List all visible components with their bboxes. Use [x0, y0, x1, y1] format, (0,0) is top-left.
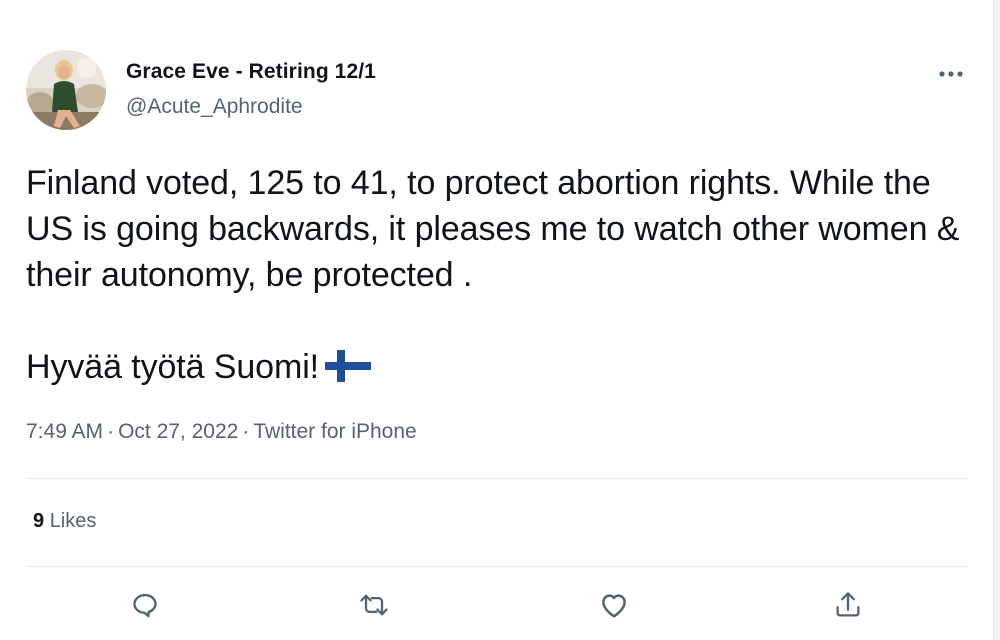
tweet-time[interactable]: 7:49 AM	[26, 420, 103, 443]
avatar[interactable]	[26, 50, 106, 130]
share-button[interactable]	[831, 588, 865, 622]
user-handle[interactable]: @Acute_Aphrodite	[126, 95, 303, 119]
meta-separator: ·	[107, 420, 115, 443]
finland-flag-icon	[325, 348, 371, 394]
divider	[26, 566, 968, 567]
reply-icon	[133, 593, 157, 618]
tweet-source[interactable]: Twitter for iPhone	[253, 420, 416, 443]
profile-photo	[26, 50, 106, 130]
retweet-icon	[360, 594, 388, 616]
heart-icon	[602, 594, 626, 618]
tweet-card: Grace Eve - Retiring 12/1 @Acute_Aphrodi…	[0, 0, 1000, 640]
tweet-date[interactable]: Oct 27, 2022	[118, 420, 238, 443]
likes-count: 9	[33, 510, 45, 532]
display-name[interactable]: Grace Eve - Retiring 12/1	[126, 60, 376, 84]
reply-button[interactable]	[128, 588, 162, 622]
like-button[interactable]	[597, 588, 631, 622]
more-options-button[interactable]	[935, 60, 967, 88]
retweet-button[interactable]	[357, 588, 391, 622]
tweet-paragraph-2: Hyvää työtä Suomi!	[26, 344, 966, 394]
tweet-paragraph-2-text: Hyvää työtä Suomi!	[26, 348, 319, 386]
meta-separator: ·	[242, 420, 250, 443]
more-dots-icon	[939, 71, 963, 77]
share-icon	[836, 592, 860, 617]
tweet-metadata: 7:49 AM · Oct 27, 2022 · Twitter for iPhone	[26, 420, 417, 444]
divider	[26, 478, 968, 479]
likes-label: Likes	[49, 510, 97, 532]
tweet-text: Finland voted, 125 to 41, to protect abo…	[26, 160, 966, 394]
likes-stat[interactable]: 9 Likes	[33, 510, 96, 533]
tweet-paragraph-1: Finland voted, 125 to 41, to protect abo…	[26, 164, 960, 294]
window-edge	[993, 0, 1000, 640]
